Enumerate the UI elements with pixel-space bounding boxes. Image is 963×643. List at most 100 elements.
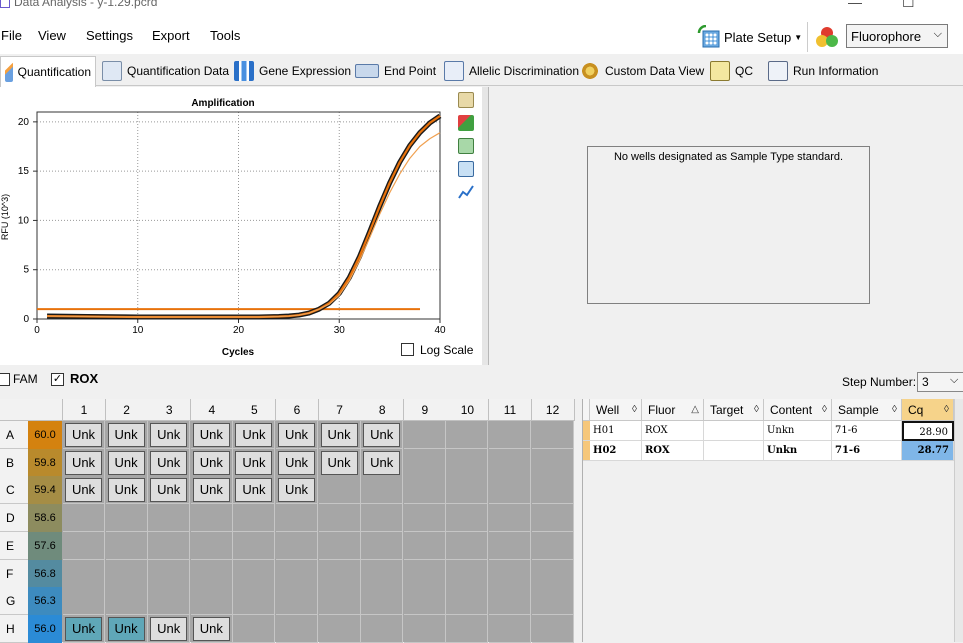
plate-well[interactable]: Unk — [148, 448, 191, 477]
table-cell-fluor[interactable]: ROX — [642, 421, 704, 441]
amplification-chart[interactable]: Amplification Cycles RFU (10^3) 0 10 20 30 4… — [0, 87, 482, 365]
plate-row-header[interactable]: H — [0, 614, 28, 643]
plate-well[interactable]: Unk — [276, 476, 318, 505]
plate-well[interactable] — [233, 614, 276, 643]
plate-row-header[interactable]: B — [0, 448, 28, 477]
plate-row-header[interactable]: A — [0, 421, 28, 449]
plate-well[interactable] — [361, 504, 404, 533]
plate-well[interactable] — [276, 559, 318, 588]
table-column-header[interactable]: Fluor △ — [642, 399, 704, 421]
plate-well[interactable] — [531, 587, 574, 616]
plate-well[interactable]: Unk — [105, 614, 148, 643]
plate-well[interactable]: Unk — [105, 476, 148, 505]
menu-tools[interactable]: Tools — [210, 28, 240, 43]
plate-well[interactable] — [489, 421, 531, 449]
menu-export[interactable]: Export — [152, 28, 190, 43]
tab-quantification[interactable]: Quantification — [0, 56, 96, 87]
table-column-header[interactable]: Sample ◊ — [832, 399, 902, 421]
table-cell-sample[interactable]: 71-6 — [832, 421, 902, 441]
plate-well[interactable]: Unk — [63, 614, 105, 643]
plate-well[interactable] — [403, 559, 446, 588]
tab-run-information[interactable]: Run Information — [764, 56, 882, 86]
plate-well[interactable]: Unk — [190, 448, 233, 477]
menu-file[interactable]: File — [1, 28, 22, 43]
plate-well[interactable] — [403, 531, 446, 560]
plate-well[interactable] — [148, 531, 191, 560]
plate-well[interactable] — [318, 614, 361, 643]
plate-well[interactable] — [531, 559, 574, 588]
plate-well[interactable] — [489, 559, 531, 588]
plate-row-header[interactable]: C — [0, 476, 28, 505]
plate-row-header[interactable]: D — [0, 504, 28, 533]
plate-column-header[interactable]: 12 — [531, 399, 575, 421]
plate-well[interactable]: Unk — [148, 476, 191, 505]
tab-custom-data-view[interactable]: Custom Data View — [576, 56, 708, 86]
plate-well[interactable] — [276, 504, 318, 533]
plate-well[interactable] — [403, 476, 446, 505]
plate-well[interactable] — [190, 559, 233, 588]
plate-well[interactable] — [361, 476, 404, 505]
plate-well[interactable]: Unk — [148, 614, 191, 643]
tab-end-point[interactable]: End Point — [351, 56, 440, 86]
plate-well[interactable] — [531, 504, 574, 533]
fam-checkbox[interactable] — [0, 373, 10, 386]
plate-well[interactable]: Unk — [276, 448, 318, 477]
plate-well[interactable]: Unk — [318, 421, 361, 449]
plate-well[interactable]: Unk — [233, 421, 276, 449]
plate-well[interactable]: Unk — [190, 614, 233, 643]
plate-well[interactable]: Unk — [63, 476, 105, 505]
plate-row-header[interactable]: E — [0, 531, 28, 560]
table-column-header[interactable]: Well ◊ — [590, 399, 642, 421]
plate-well[interactable] — [63, 587, 105, 616]
plate-well[interactable] — [489, 476, 531, 505]
plate-well[interactable] — [489, 614, 531, 643]
plate-well[interactable] — [531, 476, 574, 505]
plate-well[interactable] — [190, 587, 233, 616]
plate-well[interactable] — [531, 448, 574, 477]
plate-well[interactable] — [403, 504, 446, 533]
plate-well[interactable] — [63, 504, 105, 533]
plate-well[interactable] — [63, 559, 105, 588]
plate-well[interactable] — [148, 587, 191, 616]
plate-well[interactable] — [318, 587, 361, 616]
plate-well[interactable] — [446, 504, 489, 533]
plate-well[interactable] — [105, 559, 148, 588]
well-group-icon[interactable] — [814, 24, 840, 50]
table-cell-well[interactable]: H02 — [590, 441, 642, 461]
plate-well[interactable] — [105, 587, 148, 616]
plate-well[interactable] — [403, 614, 446, 643]
plate-column-header[interactable]: 3 — [148, 399, 192, 421]
plate-column-header[interactable]: 5 — [233, 399, 277, 421]
tab-allelic-discrimination[interactable]: Allelic Discrimination — [440, 56, 583, 86]
plate-well[interactable] — [190, 504, 233, 533]
plate-well[interactable]: Unk — [63, 421, 105, 449]
table-cell-target[interactable] — [704, 441, 764, 461]
menu-view[interactable]: View — [38, 28, 66, 43]
plate-well[interactable] — [233, 587, 276, 616]
chart-colors-icon[interactable] — [458, 115, 474, 131]
table-cell-sample[interactable]: 71-6 — [832, 441, 902, 461]
plate-well[interactable]: Unk — [63, 448, 105, 477]
plate-column-header[interactable]: 9 — [403, 399, 447, 421]
plate-well[interactable] — [531, 531, 574, 560]
plate-row-header[interactable]: F — [0, 559, 28, 588]
plate-well[interactable] — [105, 504, 148, 533]
table-cell-content[interactable]: Unkn — [764, 421, 832, 441]
trend-line-icon[interactable] — [458, 184, 474, 200]
plate-well[interactable] — [233, 559, 276, 588]
plate-well[interactable] — [276, 531, 318, 560]
plate-well[interactable] — [148, 559, 191, 588]
plate-well[interactable] — [318, 531, 361, 560]
table-cell-content[interactable]: Unkn — [764, 441, 832, 461]
plate-column-header[interactable]: 8 — [361, 399, 405, 421]
tab-gene-expression[interactable]: Gene Expression — [230, 56, 355, 86]
table-cell-fluor[interactable]: ROX — [642, 441, 704, 461]
plate-well[interactable] — [403, 421, 446, 449]
maximize-icon[interactable]: ☐ — [902, 0, 915, 11]
plate-well[interactable] — [446, 476, 489, 505]
plate-column-header[interactable]: 11 — [489, 399, 532, 421]
plate-well[interactable] — [105, 531, 148, 560]
table-scrollbar[interactable] — [954, 399, 963, 642]
plate-well[interactable]: Unk — [105, 421, 148, 449]
tab-qc[interactable]: QC — [706, 56, 757, 86]
